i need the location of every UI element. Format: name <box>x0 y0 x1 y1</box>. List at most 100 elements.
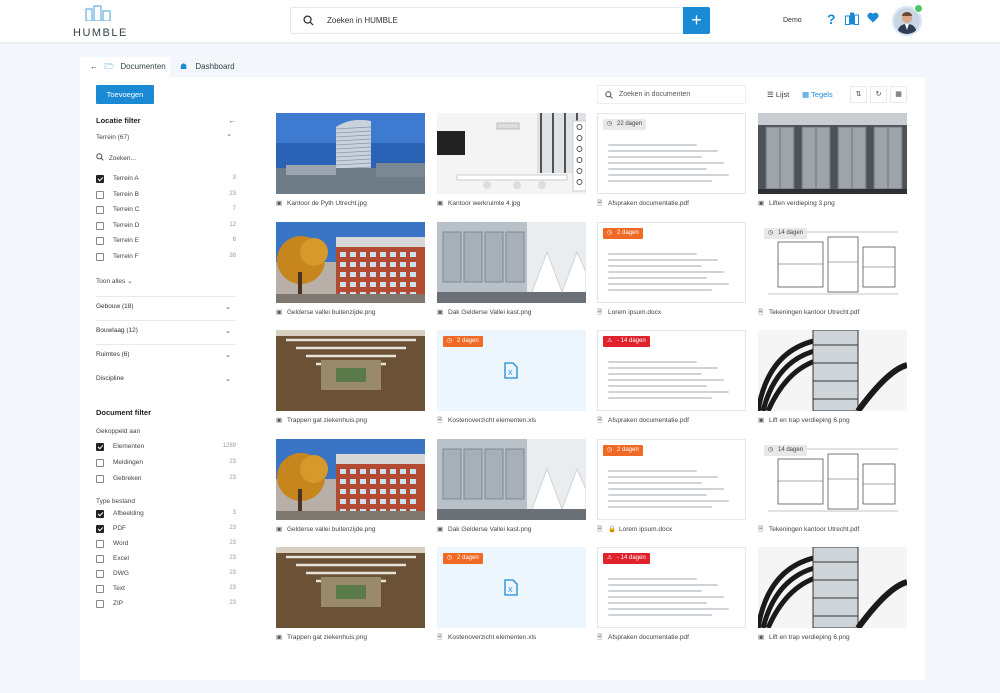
checkbox[interactable] <box>96 190 104 199</box>
add-button[interactable]: + <box>683 7 710 34</box>
demo-label[interactable]: Demo <box>783 17 802 24</box>
checkbox[interactable] <box>96 237 104 246</box>
sidebar.terreinen-checkbox-row[interactable]: Terrein D 12 <box>96 221 236 232</box>
checkbox[interactable] <box>96 555 104 563</box>
favorites-heart-icon[interactable] <box>867 12 879 23</box>
file-name[interactable]: 🗎 Kostenoverzicht elementen.xls <box>437 633 597 644</box>
view-tiles-button[interactable]: ▦ Tegels <box>802 90 833 99</box>
global-search-input[interactable]: Zoeken in HUMBLE <box>327 16 398 25</box>
show-all-link[interactable]: Toon alles ⌄ <box>96 277 236 285</box>
checkbox[interactable] <box>96 474 104 483</box>
checkbox[interactable] <box>96 221 104 230</box>
sidebar.types-checkbox-row[interactable]: PDF 23 <box>96 525 236 535</box>
sidebar.types-checkbox-row[interactable]: Text 23 <box>96 585 236 595</box>
sidebar.types-checkbox-row[interactable]: Afbeelding 3 <box>96 510 236 520</box>
image-thumbnail[interactable] <box>758 113 907 194</box>
sidebar.terreinen-checkbox-row[interactable]: Terrein E 6 <box>96 237 236 247</box>
chevron-down-icon[interactable]: ⌄ <box>225 327 231 335</box>
terrein-section-header[interactable]: Terrein (67) ⌃ <box>96 134 236 141</box>
terrein-search[interactable]: Zoeken... <box>96 153 236 162</box>
humble-logo[interactable]: HUMBLE <box>73 5 126 39</box>
checkbox[interactable] <box>96 525 104 533</box>
image-thumbnail[interactable] <box>437 222 586 303</box>
image-thumbnail[interactable] <box>276 222 425 303</box>
checkbox[interactable] <box>96 443 104 451</box>
sidebar.types-checkbox-row[interactable]: ZIP 23 <box>96 600 236 610</box>
file-name[interactable]: 🗎 🔒 Lorem ipsum.docx <box>597 525 757 536</box>
back-arrow-icon[interactable]: ← <box>90 62 98 71</box>
checkbox[interactable] <box>96 253 104 261</box>
columns-button[interactable]: ▦ <box>890 86 907 103</box>
sidebar.terreinen-checkbox-row[interactable]: Terrein F 38 <box>96 253 236 263</box>
file-name[interactable]: ▣ Lift en trap verdieping 6.png <box>758 633 918 641</box>
file-name[interactable]: 🗎 Lorem ipsum.docx <box>597 308 757 319</box>
file-name[interactable]: ▣ Dak Gelderse Vallei kast.png <box>437 525 597 533</box>
help-icon[interactable]: ? <box>826 12 836 26</box>
file-name[interactable]: ▣ Dak Gelderse Vallei kast.png <box>437 308 597 316</box>
checkbox[interactable] <box>96 585 104 593</box>
checkbox[interactable] <box>96 570 104 578</box>
buildings-icon[interactable] <box>845 12 859 25</box>
sidebar.types-checkbox-row[interactable]: Word 23 <box>96 540 236 550</box>
filter-button[interactable]: ⇅ <box>850 86 867 103</box>
file-name[interactable]: 🗎 Tekeningen kantoor Utrecht.pdf <box>758 525 918 536</box>
sidebar.linked-checkbox-row[interactable]: Elementen 1289 <box>96 443 236 453</box>
document-search-input[interactable]: Zoeken in documenten <box>619 91 690 98</box>
file-name[interactable]: ▣ Lift en trap verdieping 6.png <box>758 416 918 424</box>
sidebar.linked-checkbox-row[interactable]: Meldingen 23 <box>96 458 236 469</box>
file-name[interactable]: ▣ Gelderse vallei buitenzijde.png <box>276 308 436 316</box>
file-name[interactable]: ▣ Gelderse vallei buitenzijde.png <box>276 525 436 533</box>
global-search[interactable]: Zoeken in HUMBLE + <box>290 7 710 34</box>
file-name[interactable]: 🗎 Kostenoverzicht elementen.xls <box>437 416 597 427</box>
file-name[interactable]: 🗎 Afspraken documentatie.pdf <box>597 416 757 427</box>
accordion-discipline[interactable]: Discipline ⌄ <box>96 375 236 383</box>
file-name[interactable]: 🗎 Afspraken documentatie.pdf <box>597 633 757 644</box>
image-thumbnail[interactable] <box>276 439 425 520</box>
checkbox[interactable] <box>96 540 104 548</box>
image-thumbnail[interactable] <box>437 113 586 194</box>
image-thumbnail[interactable] <box>758 547 907 628</box>
file-name[interactable]: ▣ Kantoor de Pyth Utrecht.jpg <box>276 199 436 207</box>
collapse-sidebar-arrow-icon[interactable]: ← <box>229 116 237 125</box>
image-thumbnail[interactable] <box>276 113 425 194</box>
tab-dashboard[interactable]: ☗ Dashboard <box>180 57 235 77</box>
view-tiles-label: Tegels <box>811 90 833 99</box>
sidebar.types-checkbox-row[interactable]: Excel 23 <box>96 555 236 565</box>
accordion-ruimtes[interactable]: Ruimtes (6) ⌄ <box>96 351 236 359</box>
chevron-up-icon[interactable]: ⌃ <box>227 133 232 141</box>
file-name-text: Liften verdieping 3.png <box>769 200 835 207</box>
show-all-label[interactable]: Toon alles <box>96 278 125 285</box>
accordion-bouwlaag[interactable]: Bouwlaag (12) ⌄ <box>96 327 236 335</box>
document-search[interactable]: Zoeken in documenten <box>597 85 746 104</box>
image-thumbnail[interactable] <box>276 547 425 628</box>
checkbox[interactable] <box>96 600 104 608</box>
terrein-search-input[interactable]: Zoeken... <box>109 155 136 162</box>
file-name[interactable]: 🗎 Tekeningen kantoor Utrecht.pdf <box>758 308 918 319</box>
checkbox[interactable] <box>96 206 104 215</box>
image-thumbnail[interactable] <box>758 330 907 411</box>
file-name[interactable]: ▣ Kantoor werkruimte 4.jpg <box>437 199 597 207</box>
view-list-button[interactable]: ☰ Lijst <box>767 90 789 99</box>
checkbox[interactable] <box>96 510 104 518</box>
file-name[interactable]: ▣ Trappen gat ziekenhuis.png <box>276 416 436 424</box>
file-name[interactable]: 🗎 Afspraken documentatie.pdf <box>597 199 757 210</box>
text-line <box>608 476 719 478</box>
sidebar.terreinen-checkbox-row[interactable]: Terrein B 23 <box>96 190 236 201</box>
checkbox[interactable] <box>96 175 104 183</box>
add-document-button[interactable]: Toevoegen <box>96 85 154 104</box>
accordion-gebouw[interactable]: Gebouw (18) ⌄ <box>96 303 236 311</box>
file-name[interactable]: ▣ Liften verdieping 3.png <box>758 199 918 207</box>
chevron-down-icon[interactable]: ⌄ <box>225 375 231 383</box>
checkbox[interactable] <box>96 458 104 467</box>
file-name[interactable]: ▣ Trappen gat ziekenhuis.png <box>276 633 436 641</box>
image-thumbnail[interactable] <box>276 330 425 411</box>
image-thumbnail[interactable] <box>437 439 586 520</box>
refresh-button[interactable]: ↻ <box>870 86 887 103</box>
tab-documenten[interactable]: ← 🗁 Documenten <box>80 57 170 77</box>
sidebar.terreinen-checkbox-row[interactable]: Terrein A 3 <box>96 175 236 185</box>
sidebar.linked-checkbox-row[interactable]: Gebreken 23 <box>96 474 236 485</box>
sidebar.types-checkbox-row[interactable]: DWG 23 <box>96 570 236 580</box>
sidebar.terreinen-checkbox-row[interactable]: Terrein C 7 <box>96 206 236 216</box>
chevron-down-icon[interactable]: ⌄ <box>225 351 231 359</box>
chevron-down-icon[interactable]: ⌄ <box>225 303 231 311</box>
